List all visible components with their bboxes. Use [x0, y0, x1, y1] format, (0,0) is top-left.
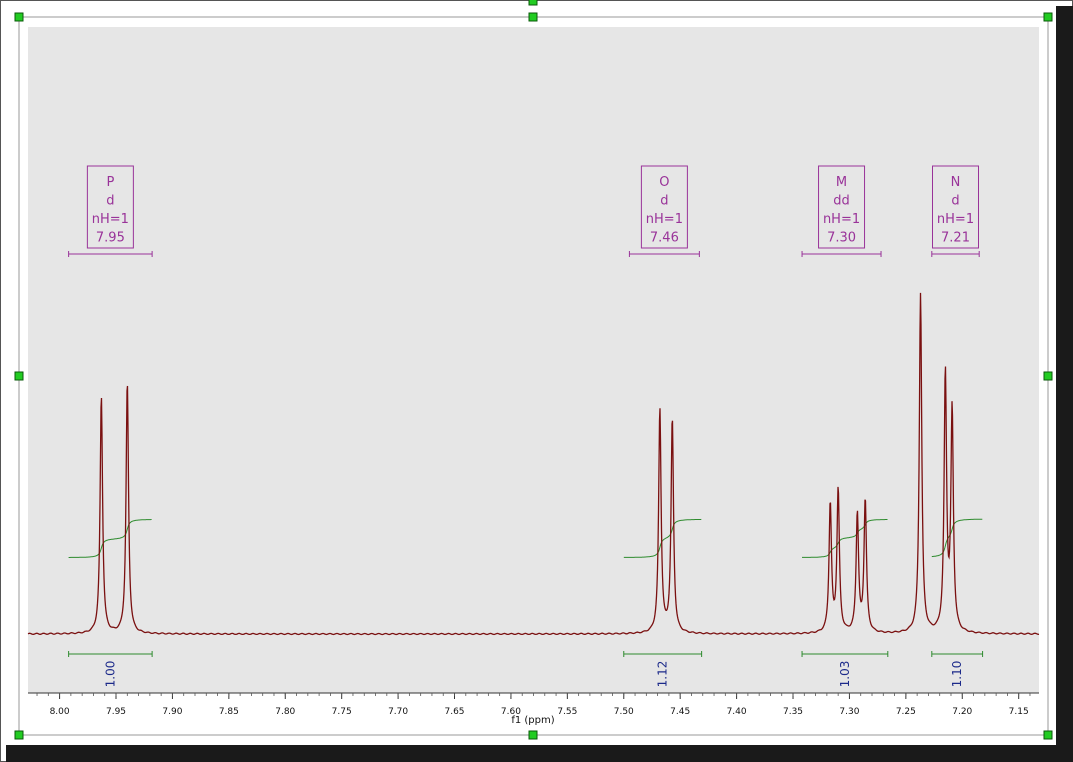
- multiplet-shift: 7.30: [827, 231, 856, 246]
- x-tick-label: 7.35: [783, 707, 803, 717]
- integral-value: 1.12: [656, 661, 670, 688]
- window-shadow-right: [1056, 6, 1073, 762]
- integral-value: 1.10: [950, 661, 964, 688]
- multiplet-mult: d: [660, 194, 668, 209]
- x-tick-label: 7.55: [557, 707, 577, 717]
- handle-middle-left[interactable]: [14, 371, 24, 381]
- x-tick-label: 7.95: [106, 707, 126, 717]
- multiplet-nH: nH=1: [92, 212, 129, 227]
- multiplet-label: M: [836, 175, 847, 190]
- x-tick-label: 7.30: [839, 707, 859, 717]
- x-tick-label: 7.40: [727, 707, 747, 717]
- multiplet-mult: d: [106, 194, 114, 209]
- handle-bottom-center[interactable]: [528, 730, 538, 740]
- multiplet-nH: nH=1: [937, 212, 974, 227]
- x-tick-label: 7.20: [952, 707, 972, 717]
- x-tick-label: 7.75: [332, 707, 352, 717]
- x-tick-label: 7.70: [388, 707, 408, 717]
- integral-value: 1.03: [838, 661, 852, 688]
- multiplet-label: N: [951, 175, 961, 190]
- multiplet-mult: dd: [833, 194, 850, 209]
- handle-middle-right[interactable]: [1043, 371, 1053, 381]
- multiplet-shift: 7.21: [941, 231, 970, 246]
- multiplet-shift: 7.46: [650, 231, 679, 246]
- x-axis-label: f1 (ppm): [511, 715, 554, 726]
- window-shadow-bottom: [6, 745, 1073, 762]
- handle-top-center[interactable]: [528, 12, 538, 22]
- multiplet-nH: nH=1: [646, 212, 683, 227]
- x-tick-label: 7.25: [896, 707, 916, 717]
- multiplet-label: O: [659, 175, 669, 190]
- handle-top-left[interactable]: [14, 12, 24, 22]
- x-tick-label: 7.65: [444, 707, 464, 717]
- multiplet-mult: d: [951, 194, 959, 209]
- multiplet-shift: 7.95: [96, 231, 125, 246]
- multiplet-nH: nH=1: [823, 212, 860, 227]
- handle-top-right[interactable]: [1043, 12, 1053, 22]
- nmr-spectrum-chart: Pd nH=1 7.95 Od nH=1 7.46 Mdd nH=1 7.30 Nd nH=1 7.2…: [0, 0, 1073, 762]
- x-tick-label: 8.00: [50, 707, 70, 717]
- plot-area: [28, 27, 1039, 693]
- multiplet-label: P: [106, 175, 114, 190]
- x-tick-label: 7.50: [614, 707, 634, 717]
- x-tick-label: 7.85: [219, 707, 239, 717]
- x-tick-label: 7.80: [275, 707, 295, 717]
- x-tick-label: 7.90: [162, 707, 182, 717]
- integral-value: 1.00: [103, 661, 117, 688]
- handle-bottom-right[interactable]: [1043, 730, 1053, 740]
- x-tick-label: 7.45: [670, 707, 690, 717]
- handle-bottom-left[interactable]: [14, 730, 24, 740]
- handle-top-anchor[interactable]: [528, 0, 538, 6]
- x-tick-label: 7.15: [1009, 707, 1029, 717]
